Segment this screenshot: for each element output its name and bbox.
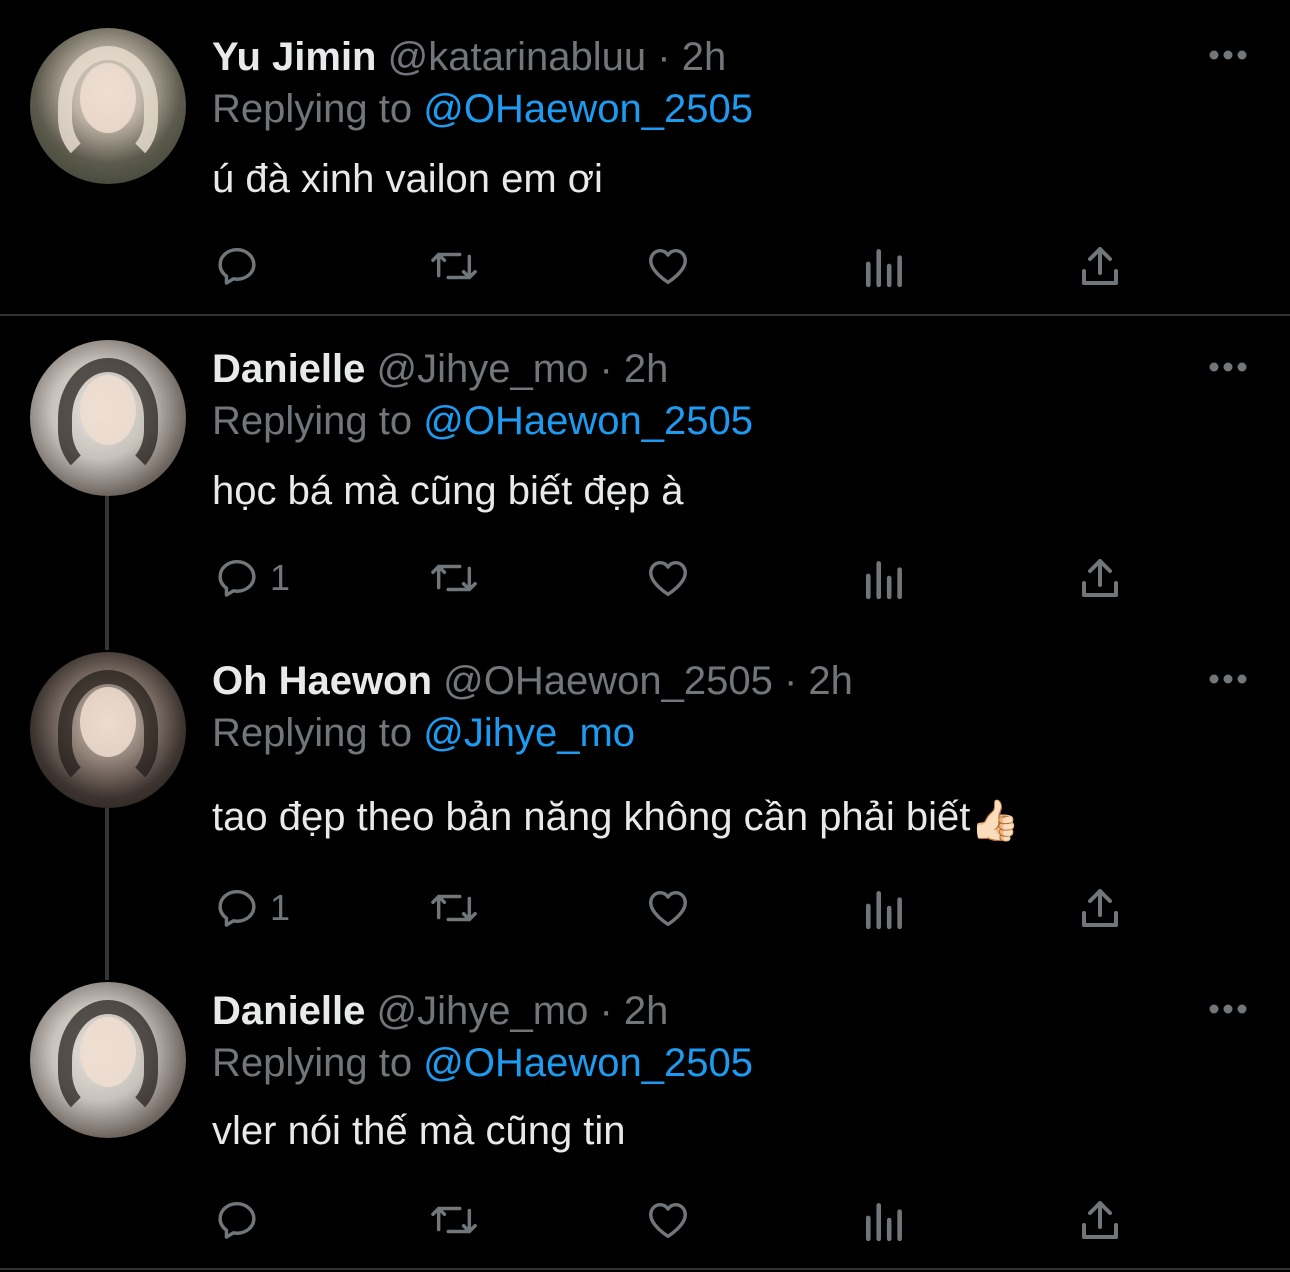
tweet-text: học bá mà cũng biết đẹp à	[212, 469, 684, 513]
like-button[interactable]	[644, 1190, 692, 1250]
replying-to-link[interactable]: @OHaewon_2505	[423, 399, 753, 443]
views-icon	[865, 1203, 902, 1242]
reply-icon	[218, 247, 256, 285]
replying-to-link[interactable]: @OHaewon_2505	[423, 1041, 753, 1085]
avatar[interactable]	[30, 28, 186, 184]
retweet-icon	[431, 564, 477, 592]
reply-button[interactable]	[214, 236, 260, 296]
thumbs-up-emoji: 👍🏻	[970, 799, 1021, 843]
reply-button[interactable]	[214, 1190, 260, 1250]
replying-to-link[interactable]: @OHaewon_2505	[423, 87, 753, 131]
reply-icon	[218, 889, 256, 927]
replying-to: Replying to @OHaewon_2505	[212, 1038, 753, 1088]
retweet-button[interactable]	[428, 1190, 480, 1250]
views-icon	[865, 891, 902, 930]
replying-label: Replying to	[212, 1041, 413, 1085]
like-button[interactable]	[644, 878, 692, 938]
divider	[0, 1268, 1290, 1270]
action-bar: 1	[0, 878, 1290, 938]
tweet-header: Oh Haewon @OHaewon_2505 · 2h	[212, 656, 853, 706]
reply-icon	[218, 1201, 256, 1239]
views-button[interactable]	[864, 548, 906, 608]
more-icon[interactable]	[1208, 48, 1248, 62]
share-icon	[1082, 247, 1118, 285]
tweet-header: Danielle @Jihye_mo · 2h	[212, 986, 668, 1036]
reply-count: 1	[270, 887, 291, 928]
replying-to-link[interactable]: @Jihye_mo	[423, 711, 635, 755]
more-icon[interactable]	[1208, 1002, 1248, 1016]
action-bar	[0, 236, 1290, 296]
like-icon	[649, 248, 687, 285]
tweet-text: tao đẹp theo bản năng không cần phải biế…	[212, 792, 1020, 846]
like-button[interactable]	[644, 548, 692, 608]
retweet-icon	[431, 252, 477, 280]
user-handle[interactable]: @Jihye_mo	[377, 989, 589, 1033]
tweet[interactable]: Oh Haewon @OHaewon_2505 · 2h Replying to…	[0, 628, 1290, 968]
tweet[interactable]: Yu Jimin @katarinabluu · 2h Replying to …	[0, 0, 1290, 314]
reply-button[interactable]: 1	[214, 878, 290, 938]
tweet-text-content: tao đẹp theo bản năng không cần phải biế…	[212, 795, 971, 839]
tweet-header: Danielle @Jihye_mo · 2h	[212, 344, 668, 394]
share-button[interactable]	[1078, 236, 1122, 296]
views-button[interactable]	[864, 878, 906, 938]
like-button[interactable]	[644, 236, 692, 296]
replying-label: Replying to	[212, 399, 413, 443]
tweet-text: ú đà xinh vailon em ơi	[212, 157, 603, 201]
display-name[interactable]: Oh Haewon	[212, 659, 432, 703]
share-button[interactable]	[1078, 878, 1122, 938]
share-button[interactable]	[1078, 548, 1122, 608]
action-bar	[0, 1190, 1290, 1250]
tweet[interactable]: Danielle @Jihye_mo · 2h Replying to @OHa…	[0, 958, 1290, 1270]
tweet-header: Yu Jimin @katarinabluu · 2h	[212, 32, 726, 82]
replying-label: Replying to	[212, 711, 413, 755]
replying-label: Replying to	[212, 87, 413, 131]
display-name[interactable]: Yu Jimin	[212, 35, 377, 79]
timestamp[interactable]: · 2h	[657, 35, 726, 79]
like-icon	[649, 1202, 687, 1239]
like-icon	[649, 890, 687, 927]
avatar[interactable]	[30, 652, 186, 808]
retweet-button[interactable]	[428, 548, 480, 608]
more-icon[interactable]	[1208, 672, 1248, 686]
like-icon	[649, 560, 687, 597]
retweet-icon	[431, 1206, 477, 1234]
tweet-text: vler nói thế mà cũng tin	[212, 1109, 626, 1153]
views-button[interactable]	[864, 236, 906, 296]
user-handle[interactable]: @katarinabluu	[388, 35, 647, 79]
share-icon	[1082, 889, 1118, 927]
user-handle[interactable]: @Jihye_mo	[377, 347, 589, 391]
share-button[interactable]	[1078, 1190, 1122, 1250]
tweet[interactable]: Danielle @Jihye_mo · 2h Replying to @OHa…	[0, 316, 1290, 636]
reply-count: 1	[270, 557, 291, 598]
reply-button[interactable]: 1	[214, 548, 290, 608]
action-bar: 1	[0, 548, 1290, 608]
reply-icon	[218, 559, 256, 597]
retweet-button[interactable]	[428, 878, 480, 938]
timestamp[interactable]: · 2h	[784, 659, 853, 703]
replying-to: Replying to @OHaewon_2505	[212, 84, 753, 134]
display-name[interactable]: Danielle	[212, 989, 365, 1033]
avatar[interactable]	[30, 340, 186, 496]
avatar[interactable]	[30, 982, 186, 1138]
more-icon[interactable]	[1208, 360, 1248, 374]
share-icon	[1082, 1201, 1118, 1239]
views-button[interactable]	[864, 1190, 906, 1250]
timestamp[interactable]: · 2h	[599, 989, 668, 1033]
retweet-icon	[431, 894, 477, 922]
user-handle[interactable]: @OHaewon_2505	[443, 659, 773, 703]
share-icon	[1082, 559, 1118, 597]
views-icon	[865, 561, 902, 600]
replying-to: Replying to @Jihye_mo	[212, 708, 635, 758]
display-name[interactable]: Danielle	[212, 347, 365, 391]
views-icon	[865, 249, 902, 288]
timestamp[interactable]: · 2h	[599, 347, 668, 391]
replying-to: Replying to @OHaewon_2505	[212, 396, 753, 446]
retweet-button[interactable]	[428, 236, 480, 296]
